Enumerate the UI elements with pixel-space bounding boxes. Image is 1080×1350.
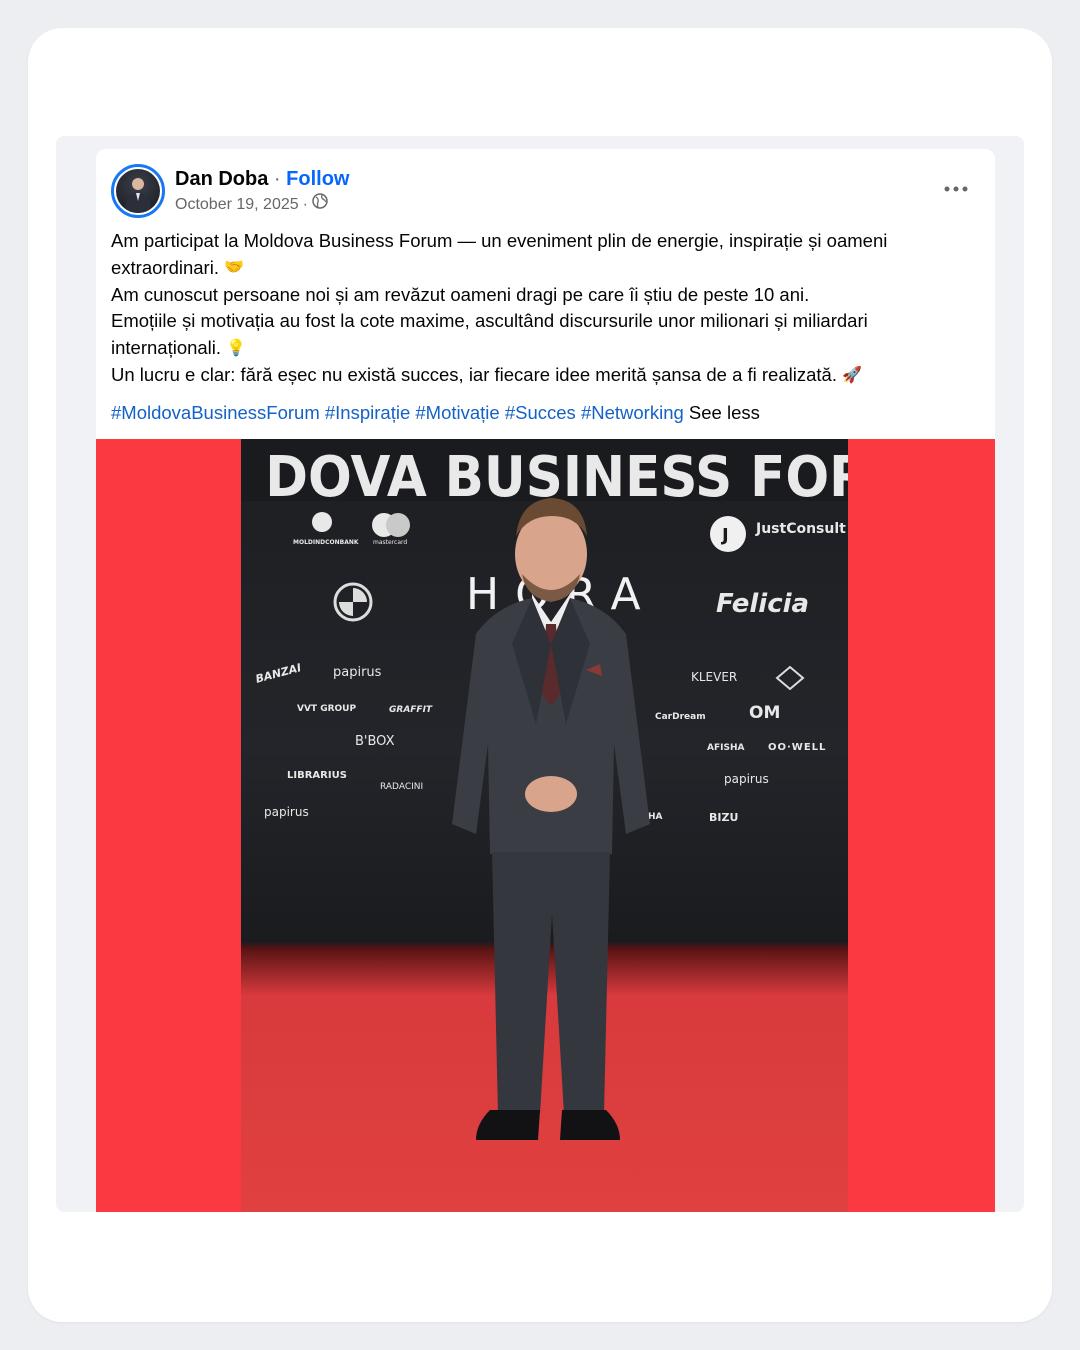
date-separator: · (302, 195, 308, 213)
logo-papirus: papirus (264, 805, 309, 819)
author-row: Dan Doba · Follow (175, 166, 349, 192)
post-text-line-3: Emoțiile și motivația au fost la cote ma… (111, 308, 971, 362)
logo-mastercard: mastercard (373, 539, 408, 546)
handshake-emoji: 🤝 (224, 259, 245, 277)
logo-bizu: BIZU (709, 811, 739, 824)
bmw-icon (333, 582, 373, 622)
lightbulb-emoji: 💡 (226, 339, 247, 357)
avatar-person-icon (125, 178, 151, 213)
author-name[interactable]: Dan Doba (175, 168, 268, 190)
post-text-line-1: Am participat la Moldova Business Forum … (111, 228, 971, 282)
hashtag-link[interactable]: #Succes (505, 402, 576, 423)
logo-graffit: GRAFFIT (389, 705, 433, 715)
logo-vvt-group: VVT GROUP (297, 704, 357, 714)
logo-bbox: B'BOX (355, 734, 395, 749)
post-text-line-2: Am cunoscut persoane noi și am revăzut o… (111, 282, 971, 309)
person-photo (452, 498, 650, 1140)
avatar-image (116, 169, 160, 213)
logo-papirus: papirus (333, 665, 382, 680)
follow-button[interactable]: Follow (286, 168, 349, 190)
svg-text:J: J (720, 525, 729, 546)
hashtag-link[interactable]: #Motivație (415, 402, 499, 423)
globe-icon[interactable] (312, 193, 328, 216)
event-photo: DOVA BUSINESS FOR MOLDINDCONBANK masterc… (241, 439, 848, 1212)
more-horizontal-icon (944, 186, 968, 192)
post-meta: October 19, 2025 · (175, 193, 328, 216)
rocket-emoji: 🚀 (842, 367, 863, 385)
post-card: Dan Doba · Follow October 19, 2025 · Am … (96, 149, 995, 1212)
daily-cont-icon (775, 665, 805, 691)
hashtag-link[interactable]: #Networking (581, 402, 684, 423)
post-text-line-4: Un lucru e clar: fără eșec nu există suc… (111, 362, 971, 389)
text-line: Am cunoscut persoane noi și am revăzut o… (111, 283, 810, 305)
logo-justconsult: JustConsult (756, 521, 846, 537)
logo-felicia: Felicia (716, 589, 810, 619)
justconsult-icon: J (710, 516, 746, 552)
more-options-button[interactable] (939, 175, 973, 203)
avatar[interactable] (111, 164, 165, 218)
logo-radacini: RADACINI (380, 782, 424, 792)
logo-banzai: BANZAI (254, 661, 303, 686)
moldindconbank-icon (312, 512, 332, 532)
separator-dot: · (273, 168, 281, 190)
hashtag-line: #MoldovaBusinessForum #Inspirație #Motiv… (111, 400, 971, 427)
logo-librarius: LIBRARIUS (287, 770, 347, 781)
see-less-button[interactable]: See less (689, 402, 760, 423)
logo-afisha: AFISHA (707, 743, 745, 753)
post-date[interactable]: October 19, 2025 (175, 194, 299, 216)
logo-om: OM (749, 703, 781, 723)
hashtag-link[interactable]: #Inspirație (325, 402, 410, 423)
logo-moldindconbank: MOLDINDCONBANK (293, 539, 359, 546)
text-line: Emoțiile și motivația au fost la cote ma… (111, 310, 868, 358)
logo-klever: KLEVER (691, 670, 738, 684)
post-text: Am participat la Moldova Business Forum … (111, 228, 971, 426)
mastercard-icon (372, 513, 410, 537)
text-line: Un lucru e clar: fără eșec nu există suc… (111, 364, 837, 386)
hashtag-link[interactable]: #MoldovaBusinessForum (111, 402, 320, 423)
logo-oowell: OO·WELL (768, 742, 827, 753)
logo-papirus: papirus (724, 772, 769, 786)
post-media[interactable]: DOVA BUSINESS FOR MOLDINDCONBANK masterc… (96, 439, 995, 1212)
